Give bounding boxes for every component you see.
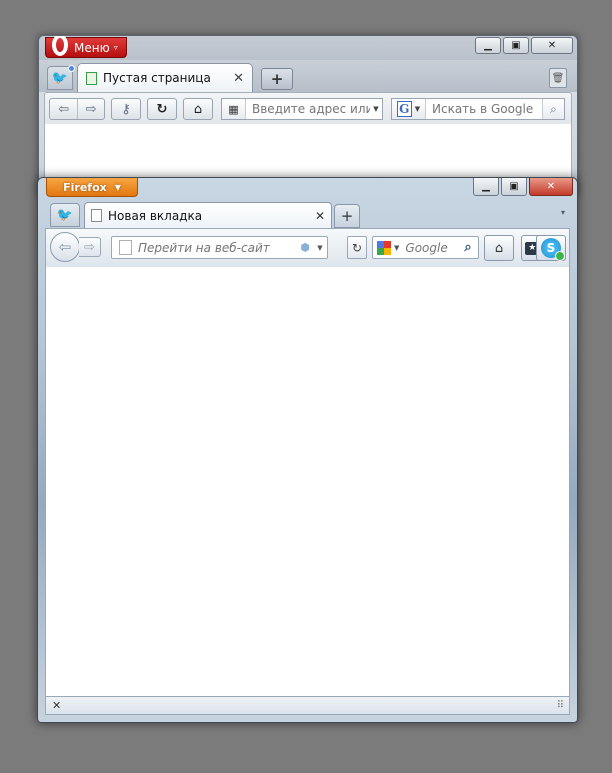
firefox-window: Firefox ▼ ▁ ▣ ✕ 🐦 Новая вкладка ✕ + ▾ ⇦ …	[37, 177, 578, 723]
address-bar[interactable]: ▦ ▼	[221, 98, 383, 120]
opera-titlebar: Меню ▿ ▁ ▣ ✕	[39, 36, 577, 60]
home-icon: ⌂	[494, 240, 504, 256]
tab-title: Новая вкладка	[108, 208, 203, 223]
online-status-icon	[555, 251, 565, 261]
forward-button[interactable]: ⇨	[79, 237, 101, 257]
home-button[interactable]: ⌂	[183, 98, 213, 120]
reload-button[interactable]: ↻	[347, 236, 367, 259]
back-arrow-icon[interactable]: ⇦	[50, 99, 77, 119]
tab-close-icon[interactable]: ✕	[315, 209, 325, 223]
maximize-button[interactable]: ▣	[501, 178, 527, 196]
nav-back-forward: ⇦ ⇨	[49, 98, 105, 120]
firefox-page-content	[45, 267, 570, 696]
close-button[interactable]: ✕	[529, 178, 573, 196]
twitter-panel-button[interactable]: 🐦	[47, 65, 75, 90]
opera-tabbar: 🐦 Пустая страница ✕ + 🗑	[39, 60, 577, 92]
firefox-addon-bar: ✕ ⠿	[45, 696, 570, 715]
tab-new-tab[interactable]: Новая вкладка ✕	[84, 202, 332, 228]
opera-window-controls: ▁ ▣ ✕	[475, 37, 573, 54]
back-button[interactable]: ⇦	[50, 232, 80, 262]
back-arrow-icon: ⇦	[58, 238, 72, 256]
search-engine-selector[interactable]: G ▼	[392, 99, 426, 119]
resize-grip-icon[interactable]: ⠿	[557, 700, 564, 711]
tab-list-chevron-icon[interactable]: ▾	[561, 208, 565, 217]
reload-icon: ↻	[156, 101, 168, 117]
search-engine-selector[interactable]: ▼	[373, 240, 399, 255]
forward-arrow-icon[interactable]: ⇨	[77, 99, 104, 119]
firefox-tabbar: 🐦 Новая вкладка ✕ + ▾	[38, 198, 577, 228]
page-icon	[86, 71, 97, 85]
home-button[interactable]: ⌂	[484, 235, 514, 261]
google-logo-icon: G	[396, 101, 412, 117]
search-bar[interactable]: ▼ ⌕	[372, 236, 479, 259]
minimize-button[interactable]: ▁	[473, 178, 499, 196]
speed-dial-grid-icon[interactable]: ▦	[222, 99, 246, 119]
minimize-button[interactable]: ▁	[475, 37, 501, 54]
cube-icon[interactable]: ⬢	[297, 241, 313, 254]
firefox-navbar: ⇦ ⇨ ⬢ ▼ ↻ ▼ ⌕ ⌂ ★ ▼ S	[45, 228, 570, 267]
tab-blank-page[interactable]: Пустая страница ✕	[77, 63, 253, 92]
skype-button[interactable]: S	[536, 235, 566, 261]
notification-dot-icon	[68, 65, 75, 72]
skype-icon: S	[541, 238, 565, 261]
addon-bar-close-icon[interactable]: ✕	[52, 699, 61, 712]
chevron-down-icon: ▼	[414, 105, 421, 113]
chevron-down-icon: ▿	[113, 43, 118, 52]
search-icon[interactable]: ⌕	[542, 99, 564, 119]
search-input[interactable]	[399, 240, 458, 255]
firefox-window-controls: ▁ ▣ ✕	[473, 178, 573, 196]
tab-title: Пустая страница	[103, 71, 211, 85]
twitter-bird-icon: 🐦	[51, 70, 69, 86]
key-icon: ⚷	[121, 101, 131, 117]
trash-icon[interactable]: 🗑	[549, 68, 567, 88]
search-bar[interactable]: G ▼ ⌕	[391, 98, 565, 120]
new-tab-button[interactable]: +	[261, 68, 293, 90]
opera-menu-button[interactable]: Меню ▿	[45, 36, 127, 58]
opera-toolbar: ⇦ ⇨ ⚷ ↻ ⌂ ▦ ▼ G ▼ ⌕	[44, 92, 572, 124]
twitter-bird-icon: 🐦	[56, 207, 74, 223]
url-bar[interactable]: ⬢ ▼	[111, 236, 328, 259]
twitter-app-tab[interactable]: 🐦	[50, 203, 80, 227]
home-icon: ⌂	[193, 101, 203, 117]
opera-logo-icon	[52, 36, 68, 56]
forward-arrow-icon: ⇨	[84, 239, 95, 255]
reload-icon: ↻	[351, 240, 363, 255]
chevron-down-icon[interactable]: ▼	[370, 105, 382, 113]
new-tab-button[interactable]: +	[334, 204, 360, 228]
search-icon[interactable]: ⌕	[458, 240, 478, 255]
page-icon	[119, 240, 132, 255]
opera-window: Меню ▿ ▁ ▣ ✕ 🐦 Пустая страница ✕ + 🗑 ⇦ ⇨…	[38, 35, 578, 195]
address-input[interactable]	[246, 102, 370, 116]
reload-button[interactable]: ↻	[147, 98, 177, 120]
page-icon	[91, 209, 102, 222]
google-logo-icon	[377, 240, 391, 255]
chevron-down-icon: ▼	[114, 182, 121, 192]
wand-button[interactable]: ⚷	[111, 98, 141, 120]
search-input[interactable]	[426, 102, 542, 116]
tab-close-icon[interactable]: ✕	[233, 71, 244, 86]
opera-menu-label: Меню	[74, 40, 110, 55]
firefox-menu-label: Firefox	[63, 180, 107, 194]
url-input[interactable]	[132, 240, 297, 255]
close-button[interactable]: ✕	[531, 37, 573, 54]
chevron-down-icon[interactable]: ▼	[313, 244, 327, 252]
maximize-button[interactable]: ▣	[503, 37, 529, 54]
firefox-menu-button[interactable]: Firefox ▼	[46, 178, 138, 197]
